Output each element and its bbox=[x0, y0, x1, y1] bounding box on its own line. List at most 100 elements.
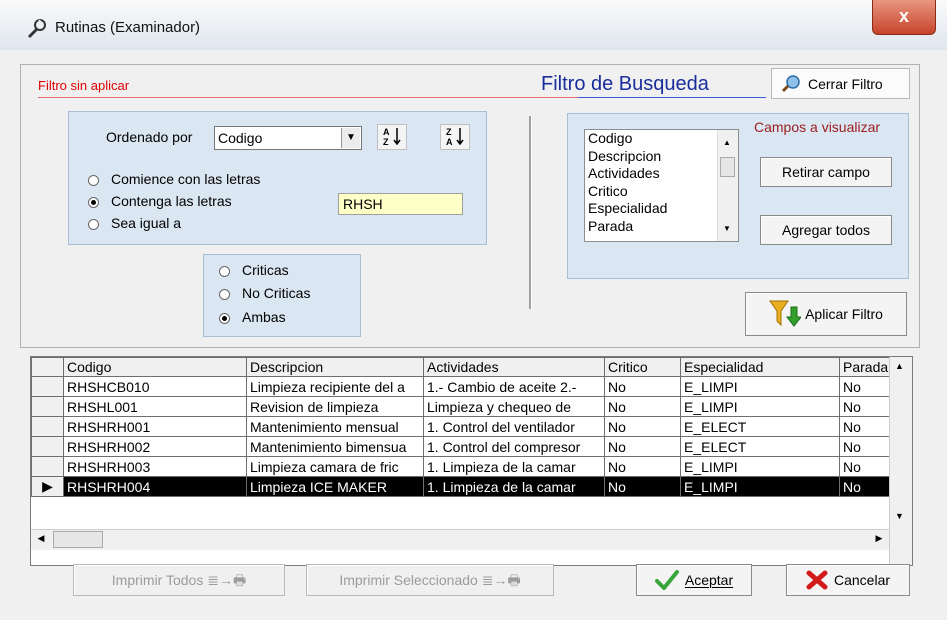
radio-starts-with[interactable] bbox=[88, 175, 99, 186]
table-cell[interactable]: 1. Control del ventilador bbox=[423, 416, 605, 437]
list-item[interactable]: Actividades bbox=[585, 165, 738, 183]
arrow-right-icon[interactable]: ▶ bbox=[871, 533, 887, 547]
grid-header-descripcion[interactable]: Descripcion bbox=[246, 357, 424, 377]
arrow-down-icon[interactable]: ▼ bbox=[895, 511, 904, 521]
table-cell[interactable]: Limpieza y chequeo de bbox=[423, 396, 605, 417]
table-cell[interactable]: RHSHL001 bbox=[63, 396, 247, 417]
table-cell[interactable]: E_ELECT bbox=[680, 416, 840, 437]
radio-equals-label: Sea igual a bbox=[111, 215, 182, 231]
table-row[interactable]: ▶ RHSHRH004 Limpieza ICE MAKER 1. Limpieza … bbox=[31, 476, 910, 497]
list-item[interactable]: Descripcion bbox=[585, 148, 738, 166]
table-cell[interactable]: No bbox=[604, 436, 681, 457]
table-cell[interactable]: RHSHRH002 bbox=[63, 436, 247, 457]
apply-filter-label: Aplicar Filtro bbox=[805, 306, 883, 322]
data-grid[interactable]: Codigo Descripcion Actividades Critico E… bbox=[30, 356, 913, 566]
ordered-by-select[interactable]: Codigo ▼ bbox=[214, 126, 362, 150]
table-cell[interactable]: RHSHCB010 bbox=[63, 376, 247, 397]
sort-descending-button[interactable]: Z A bbox=[440, 124, 470, 150]
row-indicator[interactable] bbox=[31, 396, 64, 417]
divider bbox=[38, 97, 578, 98]
close-button[interactable]: x bbox=[872, 0, 936, 35]
table-row[interactable]: RHSHRH002 Mantenimiento bimensua 1. Contro… bbox=[31, 436, 910, 457]
fields-listbox[interactable]: Codigo Descripcion Actividades Critico E… bbox=[584, 129, 739, 242]
row-indicator[interactable] bbox=[31, 436, 64, 457]
table-cell[interactable]: No bbox=[604, 416, 681, 437]
listbox-scrollbar[interactable]: ▲ ▼ bbox=[717, 130, 738, 241]
list-item[interactable]: Parada bbox=[585, 218, 738, 236]
printer-icon: ≣→🖶 bbox=[481, 572, 521, 588]
row-indicator[interactable] bbox=[31, 456, 64, 477]
accept-label: Aceptar bbox=[684, 572, 734, 588]
apply-filter-button[interactable]: Aplicar Filtro bbox=[745, 292, 907, 336]
arrow-up-icon[interactable]: ▲ bbox=[723, 138, 731, 147]
table-cell[interactable]: RHSHRH003 bbox=[63, 456, 247, 477]
table-cell[interactable]: E_ELECT bbox=[680, 436, 840, 457]
print-all-button[interactable]: Imprimir Todos ≣→🖶 bbox=[73, 564, 285, 596]
list-item[interactable]: Especialidad bbox=[585, 200, 738, 218]
svg-text:A: A bbox=[446, 137, 453, 147]
table-cell[interactable]: 1. Limpieza de la camar bbox=[423, 456, 605, 477]
radio-criticas[interactable] bbox=[219, 266, 230, 277]
list-item[interactable]: Critico bbox=[585, 183, 738, 201]
scroll-thumb[interactable] bbox=[53, 531, 103, 548]
table-cell[interactable]: E_LIMPI bbox=[680, 396, 840, 417]
grid-header-critico[interactable]: Critico bbox=[604, 357, 681, 377]
grid-header-codigo[interactable]: Codigo bbox=[63, 357, 247, 377]
table-cell[interactable]: RHSHRH001 bbox=[63, 416, 247, 437]
remove-field-button[interactable]: Retirar campo bbox=[760, 157, 892, 187]
sort-ascending-button[interactable]: A Z bbox=[377, 124, 407, 150]
table-cell[interactable]: Limpieza recipiente del a bbox=[246, 376, 424, 397]
cancel-button[interactable]: Cancelar bbox=[786, 564, 910, 596]
add-all-button[interactable]: Agregar todos bbox=[760, 215, 892, 245]
scroll-thumb[interactable] bbox=[720, 157, 735, 177]
chevron-down-icon[interactable]: ▼ bbox=[341, 128, 360, 148]
radio-ambas[interactable] bbox=[219, 313, 230, 324]
table-cell[interactable]: Limpieza camara de fric bbox=[246, 456, 424, 477]
table-cell[interactable]: 1. Limpieza de la camar bbox=[423, 476, 605, 497]
table-cell[interactable]: Mantenimiento bimensua bbox=[246, 436, 424, 457]
radio-no-criticas[interactable] bbox=[219, 289, 230, 300]
radio-equals[interactable] bbox=[88, 219, 99, 230]
current-row-arrow-icon: ▶ bbox=[42, 478, 53, 494]
table-row[interactable]: RHSHCB010 Limpieza recipiente del a 1.- Ca… bbox=[31, 376, 910, 397]
table-cell[interactable]: Revision de limpieza bbox=[246, 396, 424, 417]
arrow-up-icon[interactable]: ▲ bbox=[895, 361, 904, 371]
grid-header-actividades[interactable]: Actividades bbox=[423, 357, 605, 377]
add-all-label: Agregar todos bbox=[782, 222, 870, 238]
horizontal-scrollbar[interactable]: ◀ ▶ bbox=[31, 529, 889, 550]
grid-header-especialidad[interactable]: Especialidad bbox=[680, 357, 840, 377]
radio-contains[interactable] bbox=[88, 197, 99, 208]
vertical-scrollbar[interactable]: ▲ ▼ bbox=[889, 357, 912, 565]
table-cell[interactable]: Limpieza ICE MAKER bbox=[246, 476, 424, 497]
table-cell[interactable]: E_LIMPI bbox=[680, 376, 840, 397]
table-cell[interactable]: E_LIMPI bbox=[680, 456, 840, 477]
table-cell[interactable]: No bbox=[604, 456, 681, 477]
row-indicator[interactable] bbox=[31, 416, 64, 437]
arrow-down-icon[interactable]: ▼ bbox=[723, 224, 731, 233]
divider bbox=[529, 116, 532, 309]
table-row[interactable]: RHSHRH003 Limpieza camara de fric 1. Limpi… bbox=[31, 456, 910, 477]
table-cell[interactable]: No bbox=[604, 376, 681, 397]
close-filter-label: Cerrar Filtro bbox=[808, 75, 883, 92]
table-row[interactable]: RHSHL001 Revision de limpieza Limpieza y c… bbox=[31, 396, 910, 417]
table-row[interactable]: RHSHRH001 Mantenimiento mensual 1. Control… bbox=[31, 416, 910, 437]
accept-button[interactable]: Aceptar bbox=[636, 564, 752, 596]
print-selected-button[interactable]: Imprimir Seleccionado ≣→🖶 bbox=[306, 564, 554, 596]
arrow-left-icon[interactable]: ◀ bbox=[33, 533, 49, 547]
table-cell[interactable]: 1.- Cambio de aceite 2.- bbox=[423, 376, 605, 397]
table-cell[interactable]: Mantenimiento mensual bbox=[246, 416, 424, 437]
cancel-label: Cancelar bbox=[833, 572, 891, 588]
table-cell[interactable]: No bbox=[604, 476, 681, 497]
divider bbox=[578, 97, 766, 98]
row-indicator[interactable]: ▶ bbox=[31, 476, 64, 497]
table-cell[interactable]: No bbox=[604, 396, 681, 417]
search-input[interactable]: RHSH bbox=[338, 193, 463, 215]
list-item[interactable]: Codigo bbox=[585, 130, 738, 148]
table-cell[interactable]: E_LIMPI bbox=[680, 476, 840, 497]
svg-text:Z: Z bbox=[446, 127, 452, 137]
wrench-icon bbox=[27, 19, 46, 39]
table-cell[interactable]: RHSHRH004 bbox=[63, 476, 247, 497]
row-indicator[interactable] bbox=[31, 376, 64, 397]
table-cell[interactable]: 1. Control del compresor bbox=[423, 436, 605, 457]
close-filter-button[interactable]: Cerrar Filtro bbox=[771, 68, 910, 99]
